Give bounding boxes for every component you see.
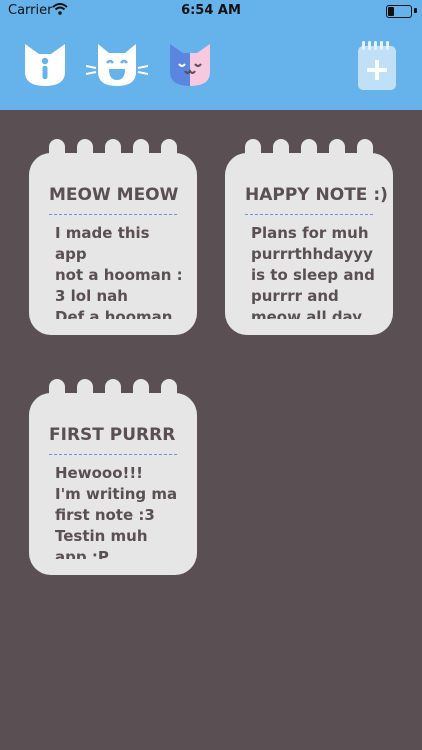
note-divider (245, 214, 373, 215)
clock-label: 6:54 AM (181, 3, 241, 18)
add-note-button[interactable] (356, 40, 398, 92)
note-body: Plans for muh purrrthhdayyy is to sleep … (251, 224, 375, 319)
note-card[interactable]: HAPPY NOTE :) Plans for muh purrrthhdayy… (225, 139, 393, 335)
note-card[interactable]: MEOW MEOW I made this app not a hooman :… (29, 139, 197, 335)
note-divider (49, 214, 177, 215)
battery-icon (386, 5, 412, 18)
add-note-icon (358, 41, 396, 90)
cat-info-icon (25, 44, 65, 86)
note-divider (49, 454, 177, 455)
note-title: HAPPY NOTE :) (245, 185, 388, 205)
cat-happy-face-icon (85, 44, 149, 86)
note-card[interactable]: FIRST PURRR Hewooo!!! I'm writing ma fir… (29, 379, 197, 575)
note-title: FIRST PURRR (49, 425, 176, 445)
top-navigation-bar: Carrier 6:54 AM (0, 0, 422, 110)
cat-sleepy-face-icon (170, 44, 210, 86)
sleepy-cat-button[interactable] (168, 42, 212, 88)
cat-info-button[interactable] (22, 42, 68, 88)
note-body: I made this app not a hooman : 3 lol nah… (55, 224, 183, 319)
note-title: MEOW MEOW (49, 185, 179, 205)
note-body: Hewooo!!! I'm writing ma first note :3 T… (55, 464, 178, 559)
status-bar: Carrier 6:54 AM (0, 0, 422, 22)
happy-cat-button[interactable] (85, 42, 149, 88)
